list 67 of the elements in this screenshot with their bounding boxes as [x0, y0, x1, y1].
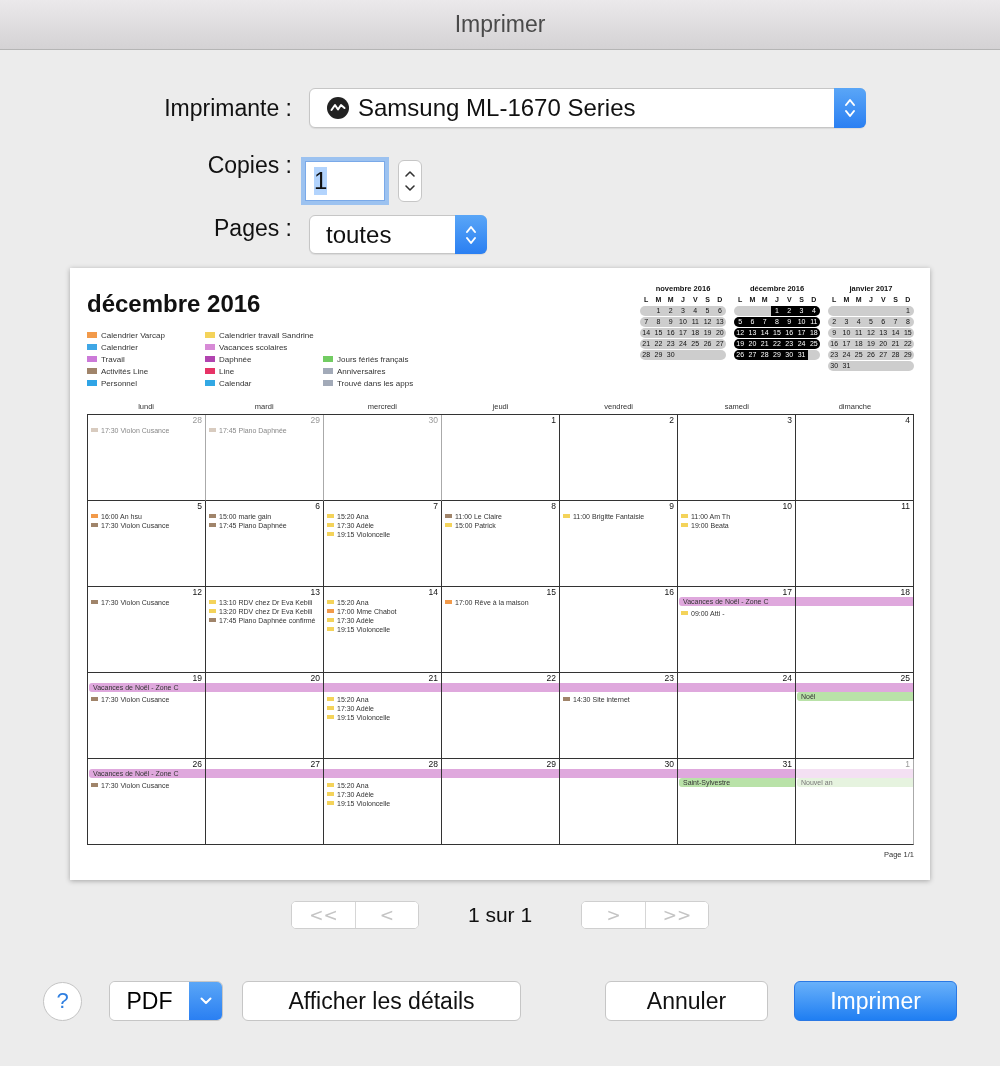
legend-label: Daphnée [219, 354, 252, 364]
day-number: 6 [314, 501, 321, 511]
day-number: 22 [545, 673, 557, 683]
legend-label: Calendar [219, 378, 252, 388]
day-number: 1 [550, 415, 557, 425]
day-number: 28 [427, 759, 439, 769]
day-number: 11 [900, 501, 911, 511]
day-number: 16 [663, 587, 675, 597]
day-number: 25 [899, 673, 911, 683]
day-number: 20 [309, 673, 321, 683]
day-number: 23 [663, 673, 675, 683]
wave-circle-icon [327, 97, 349, 119]
day-number: 30 [427, 415, 439, 425]
legend-label: Calendrier travail Sandrine [219, 330, 314, 340]
day-number: 14 [427, 587, 439, 597]
legend-label: Anniversaires [337, 366, 386, 376]
day-number: 28 [191, 415, 203, 425]
up-down-arrows-icon [465, 223, 477, 246]
day-number: 17 [781, 587, 793, 597]
day-number: 3 [786, 415, 793, 425]
details-button[interactable]: Afficher les détails [242, 981, 521, 1021]
stepper[interactable] [398, 160, 422, 202]
window-title: Imprimer [454, 11, 546, 38]
legend-label: Calendrier [101, 342, 138, 352]
day-number: 15 [545, 587, 557, 597]
day-number: 7 [432, 501, 439, 511]
day-number: 5 [196, 501, 203, 511]
day-number: 26 [191, 759, 203, 769]
day-number: 29 [309, 415, 321, 425]
legend-label: Line [219, 366, 235, 376]
day-number: 30 [663, 759, 675, 769]
page-status: 1 sur 1 [467, 903, 533, 927]
cancel-button[interactable]: Annuler [605, 981, 768, 1021]
printer-popup[interactable]: Samsung ML-1670 Series [309, 88, 866, 128]
day-number: 12 [191, 587, 203, 597]
legend-label: Trouvé dans les apps [337, 378, 414, 388]
up-down-arrows-icon [404, 168, 416, 194]
day-number: 19 [191, 673, 203, 683]
legend-label: Personnel [101, 378, 138, 388]
day-number: 2 [668, 415, 675, 425]
day-number: 8 [550, 501, 557, 511]
day-number: 10 [781, 501, 793, 511]
legend-label: Vacances scolaires [219, 342, 288, 352]
legend-label: Jours fériés français [337, 354, 409, 364]
day-number: 29 [545, 759, 557, 769]
day-number: 31 [781, 759, 793, 769]
day-number: 4 [904, 415, 911, 425]
day-number: 27 [309, 759, 321, 769]
legend-label: Calendrier Varcap [101, 330, 165, 340]
pdf-button[interactable]: PDF [110, 982, 189, 1020]
day-number: 9 [668, 501, 675, 511]
chevron-down-icon [199, 997, 212, 1005]
pages-label: Pages : [213, 214, 292, 242]
day-number: 13 [309, 587, 321, 597]
legend-label: Travail [101, 354, 125, 364]
day-number: 1 [904, 759, 911, 769]
up-down-arrows-icon [844, 97, 856, 119]
help-button[interactable]: ? [43, 981, 82, 1021]
printer-label: Imprimante : [163, 94, 292, 122]
day-number: 21 [427, 673, 439, 683]
calendar-title: décembre 2016 [87, 290, 262, 318]
dropdown-button[interactable] [189, 982, 222, 1020]
legend-label: Activités Line [101, 366, 149, 376]
copies-label: Copies : [206, 151, 292, 179]
pages-popup[interactable]: toutes [309, 215, 487, 254]
day-number: 24 [781, 673, 793, 683]
day-number: 18 [899, 587, 911, 597]
